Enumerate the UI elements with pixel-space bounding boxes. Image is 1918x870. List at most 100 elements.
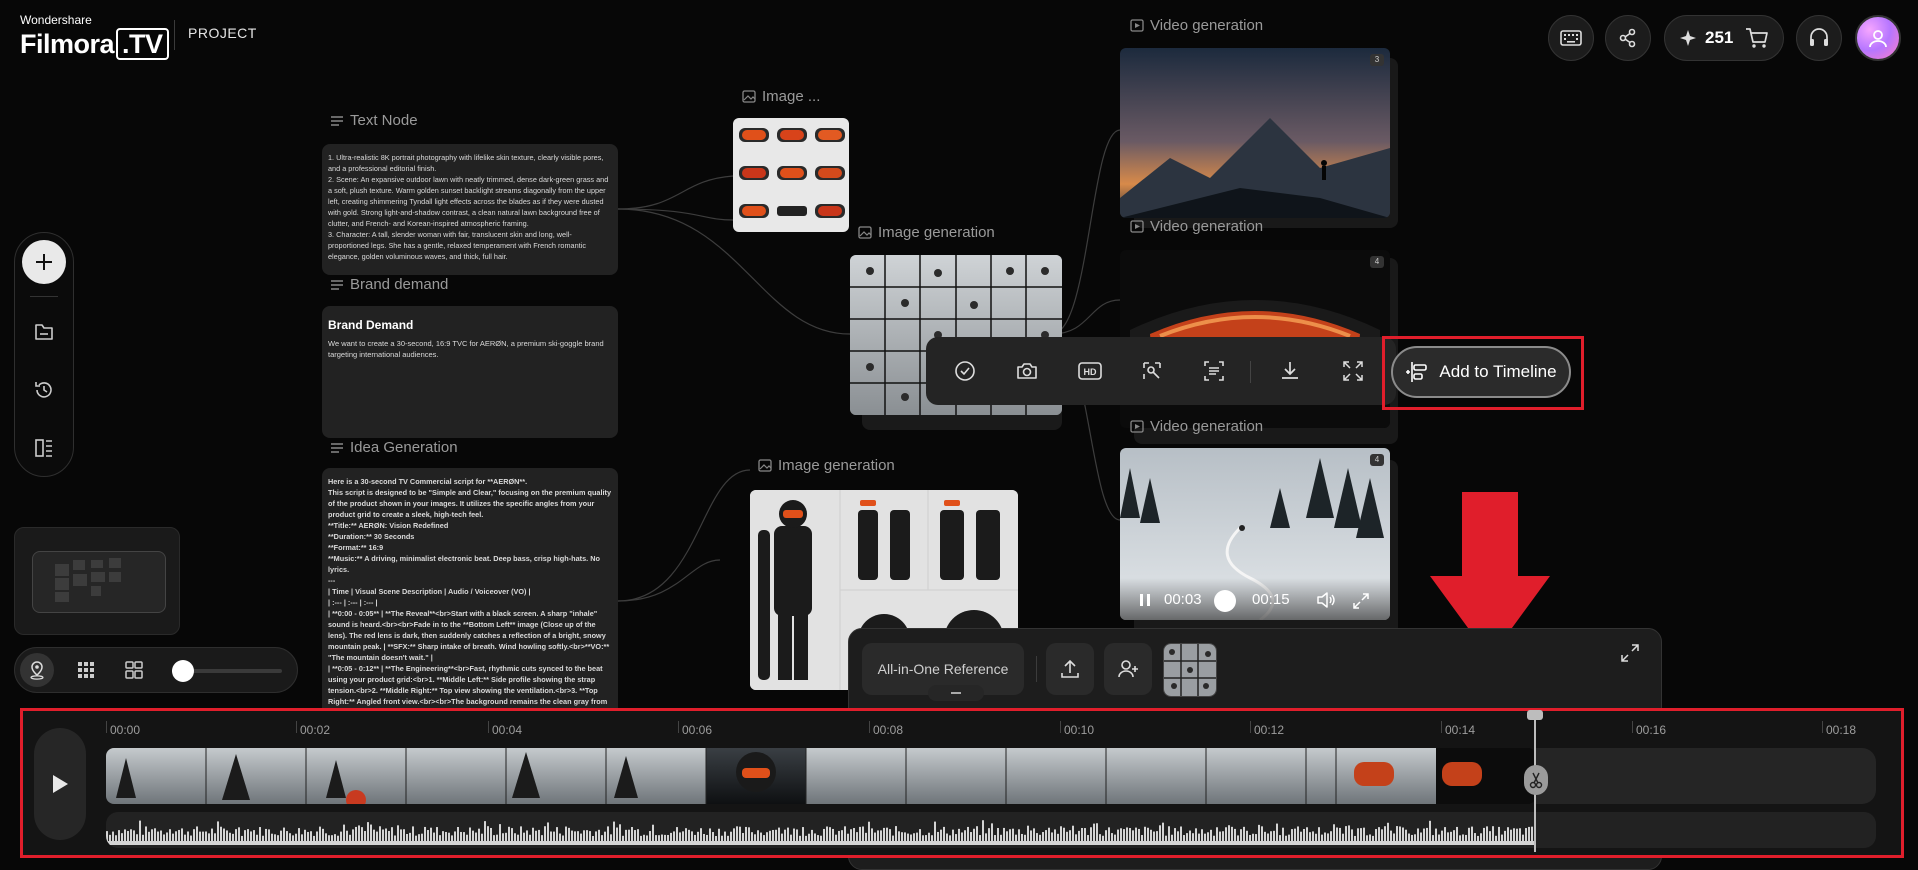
expand-icon [1352, 592, 1370, 610]
waveform-bar [769, 830, 771, 842]
waveform-bar [1408, 833, 1410, 842]
collapse-handle[interactable] [928, 685, 984, 701]
empty-track-area[interactable] [1536, 748, 1876, 804]
video-fullscreen-button[interactable] [1352, 592, 1370, 610]
video-clip-track[interactable] [106, 748, 1536, 804]
idea-generation-card[interactable]: Here is a 30-second TV Commercial script… [322, 468, 618, 708]
waveform-bar [1339, 827, 1341, 842]
ruler-tick [296, 721, 297, 733]
waveform-bar [346, 830, 348, 842]
panel-expand-button[interactable] [1620, 643, 1640, 663]
snapshot-button[interactable] [1012, 356, 1042, 386]
waveform-bar [1333, 824, 1335, 842]
waveform-bar [1186, 833, 1188, 842]
volume-button[interactable] [1316, 592, 1336, 608]
waveform-bar [736, 826, 738, 842]
fullscreen-button[interactable] [1338, 356, 1368, 386]
waveform-bar [997, 828, 999, 842]
waveform-bar [781, 833, 783, 842]
waveform-bar [1144, 826, 1146, 842]
waveform-bar [145, 826, 147, 842]
waveform-bar [991, 823, 993, 842]
waveform-bar [493, 835, 495, 842]
waveform-bar [490, 827, 492, 842]
brand-demand-card[interactable]: Brand Demand We want to create a 30-seco… [322, 306, 618, 438]
waveform-bar [454, 831, 456, 842]
waveform-bar [1147, 827, 1149, 842]
waveform-bar [1402, 827, 1404, 842]
waveform-bar [700, 828, 702, 842]
waveform-bar [631, 827, 633, 842]
waveform-bar [1321, 834, 1323, 842]
waveform-bar [553, 831, 555, 842]
snow-run-video[interactable]: 4 00:03 00:15 [1120, 448, 1390, 620]
waveform-bar [790, 834, 792, 842]
goggle-grid-image[interactable] [733, 118, 849, 232]
waveform-bar [817, 835, 819, 842]
waveform-bar [1063, 827, 1065, 842]
waveform-bar [1024, 834, 1026, 842]
select-button[interactable] [950, 356, 980, 386]
video-seek-handle[interactable] [1214, 590, 1236, 612]
split-button[interactable] [1524, 765, 1548, 795]
text-lines-icon [330, 115, 344, 127]
download-button[interactable] [1275, 356, 1305, 386]
hd-upscale-button[interactable]: HD [1075, 356, 1105, 386]
fullscreen-icon [1342, 360, 1364, 382]
waveform-bar [541, 835, 543, 842]
waveform-bar [1468, 827, 1470, 842]
idea-line: | Time | Visual Scene Description | Audi… [328, 587, 531, 596]
image-icon [758, 459, 772, 472]
waveform-bar [658, 835, 660, 842]
reference-thumbnail[interactable] [1163, 643, 1217, 697]
ruler-label: 00:04 [492, 723, 523, 737]
waveform-bar [409, 832, 411, 842]
playhead-handle[interactable] [1527, 710, 1543, 720]
waveform-bar [469, 827, 471, 842]
waveform-bar [1180, 826, 1182, 842]
waveform-bar [1174, 828, 1176, 842]
waveform-bar [220, 826, 222, 842]
waveform-bar [958, 828, 960, 842]
timeline-play-button[interactable] [34, 728, 86, 840]
scan-text-button[interactable] [1199, 356, 1229, 386]
waveform-bar [613, 821, 615, 842]
waveform-bar [109, 834, 111, 842]
ruler-label: 00:12 [1254, 723, 1285, 737]
waveform-bar [478, 828, 480, 842]
waveform-bar [1264, 831, 1266, 842]
waveform-bar [610, 834, 612, 842]
waveform-bar [1279, 835, 1281, 842]
waveform-bar [208, 833, 210, 842]
waveform-bar [649, 831, 651, 842]
add-person-button[interactable] [1104, 643, 1152, 695]
idea-line: | :--- | :--- | :--- | [328, 598, 378, 607]
panel-separator [1036, 656, 1037, 682]
waveform-bar [1528, 826, 1530, 842]
waveform-bar [1417, 828, 1419, 842]
waveform-bar [1366, 835, 1368, 842]
waveform-bar [1039, 834, 1041, 842]
toolbar-separator [1250, 361, 1251, 383]
waveform-bar [766, 832, 768, 842]
upload-button[interactable] [1046, 643, 1094, 695]
waveform-bar [604, 831, 606, 842]
waveform-bar [1432, 835, 1434, 842]
mountain-sunset-video[interactable]: 3 [1120, 48, 1390, 218]
waveform-bar [1378, 827, 1380, 842]
waveform-bar [994, 835, 996, 842]
pause-button[interactable] [1138, 592, 1152, 608]
crop-edit-button[interactable] [1137, 356, 1167, 386]
waveform-bar [367, 822, 369, 842]
add-to-timeline-button[interactable]: Add to Timeline [1391, 346, 1571, 398]
waveform-bar [370, 824, 372, 842]
waveform-bar [673, 831, 675, 842]
waveform-bar [316, 831, 318, 842]
waveform-bar [298, 828, 300, 842]
waveform-bar [418, 834, 420, 842]
text-node-card[interactable]: 1. Ultra-realistic 8K portrait photograp… [322, 144, 618, 275]
waveform-bar [400, 829, 402, 842]
waveform-bar [652, 824, 654, 842]
waveform-bar [199, 831, 201, 842]
audio-track[interactable] [106, 812, 1876, 848]
